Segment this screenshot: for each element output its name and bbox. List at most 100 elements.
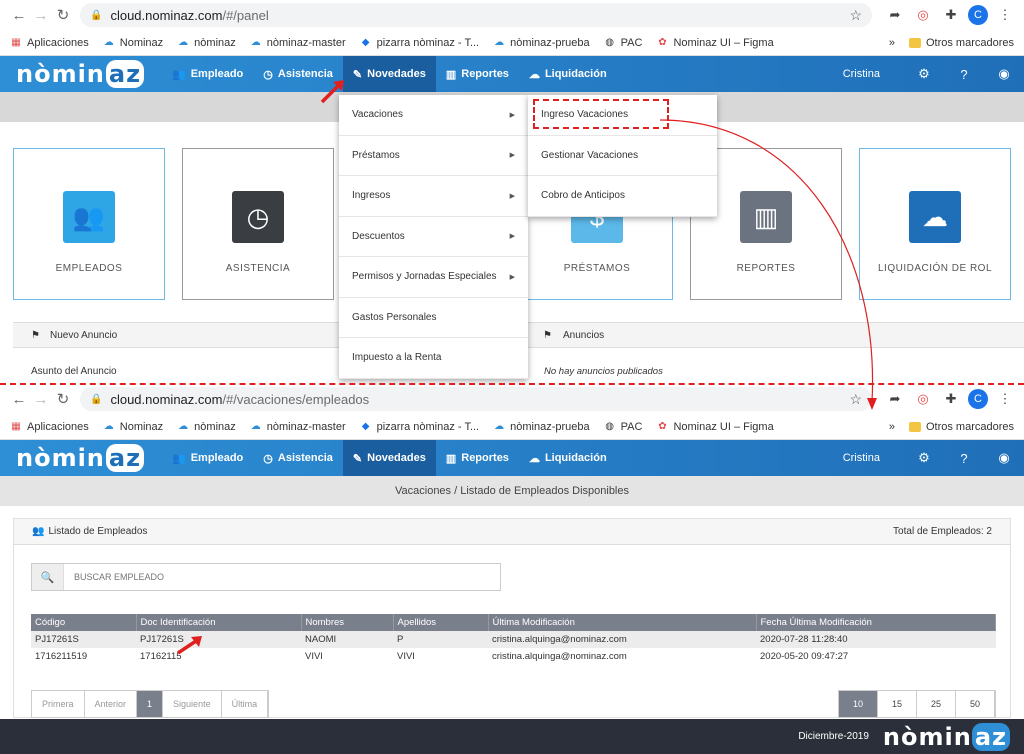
bookmark-item[interactable]: ☁ nòminaz (177, 37, 236, 49)
dropdown-item-ingresos[interactable]: Ingresos ▶ (339, 176, 528, 217)
page-number-button[interactable]: 1 (137, 691, 164, 717)
menu-reportes[interactable]: ▥ Reportes (436, 440, 519, 476)
folder-icon (908, 421, 921, 432)
bookmark-item[interactable]: ▦ Aplicaciones (10, 421, 89, 433)
nominaz-logo[interactable]: nòmin az (16, 444, 162, 472)
table-row[interactable]: 1716211519 17162115 VIVI VIVI cristina.a… (31, 648, 996, 665)
cloud-icon: ☁ (178, 37, 189, 48)
more-bookmarks[interactable]: » (889, 37, 895, 49)
page-next-button[interactable]: Siguiente (163, 691, 222, 717)
column-header[interactable]: Nombres (301, 614, 394, 631)
page-size-button[interactable]: 15 (878, 691, 917, 717)
column-header[interactable]: Apellidos (393, 614, 489, 631)
search-input[interactable] (64, 565, 500, 589)
menu-novedades[interactable]: ✎ Novedades (342, 440, 436, 476)
menu-asistencia[interactable]: ◷ Asistencia (253, 440, 343, 476)
breadcrumb: Vacaciones / Listado de Empleados Dispon… (0, 476, 1024, 506)
share-icon[interactable]: ➦ (884, 4, 906, 26)
page-size-button[interactable]: 50 (956, 691, 995, 717)
page-prev-button[interactable]: Anterior (85, 691, 138, 717)
help-icon[interactable]: ? (944, 451, 984, 466)
cell: VIVI (397, 651, 415, 662)
card-empleados[interactable]: 👥 EMPLEADOS (13, 148, 165, 300)
dropdown-item-descuentos[interactable]: Descuentos ▶ (339, 217, 528, 257)
page-size-button[interactable]: 10 (839, 691, 878, 717)
nominaz-logo[interactable]: nòmin az (16, 60, 162, 88)
bookmark-item[interactable]: ☁ nòminaz-prueba (493, 421, 590, 433)
column-header[interactable]: Fecha Última Modificación (756, 614, 996, 631)
dropdown-item-gastos[interactable]: Gastos Personales (339, 298, 528, 338)
submenu-gestionar-vacaciones[interactable]: Gestionar Vacaciones (528, 136, 717, 176)
bookmark-item[interactable]: ◆ pizarra nòminaz - T... (360, 37, 479, 49)
other-bookmarks[interactable]: » Otros marcadores (889, 37, 1014, 49)
reload-icon[interactable]: ↻ (52, 388, 74, 410)
clock-icon: ◷ (232, 191, 284, 243)
bookmark-item[interactable]: ☁ nòminaz-master (250, 37, 346, 49)
card-liquidacion[interactable]: ☁ LIQUIDACIÓN DE ROL (859, 148, 1011, 300)
share-icon[interactable]: ➦ (884, 388, 906, 410)
bookmark-item[interactable]: ◍ PAC (604, 37, 642, 49)
bookmark-item[interactable]: ☁ nòminaz-prueba (493, 37, 590, 49)
user-circle-icon[interactable]: ◉ (984, 66, 1024, 82)
puzzle-icon[interactable]: ✚ (940, 4, 962, 26)
bookmark-item[interactable]: ☁ nòminaz-master (250, 421, 346, 433)
menu-liquidacion[interactable]: ☁ Liquidación (519, 440, 617, 476)
user-circle-icon[interactable]: ◉ (984, 450, 1024, 466)
search-icon[interactable]: 🔍 (32, 564, 64, 590)
profile-avatar[interactable]: C (968, 5, 988, 25)
column-header[interactable]: Doc Identificación (136, 614, 302, 631)
dropdown-item-permisos[interactable]: Permisos y Jornadas Especiales ▶ (339, 257, 528, 298)
card-asistencia[interactable]: ◷ ASISTENCIA (182, 148, 334, 300)
page-last-button[interactable]: Última (222, 691, 269, 717)
user-name[interactable]: Cristina (843, 68, 880, 80)
menu-liquidacion[interactable]: ☁ Liquidación (519, 56, 617, 92)
menu-novedades[interactable]: ✎ Novedades (342, 56, 436, 92)
submenu-cobro-anticipos[interactable]: Cobro de Anticipos (528, 176, 717, 217)
clock-icon: ◷ (263, 452, 273, 465)
profile-avatar[interactable]: C (968, 389, 988, 409)
users-icon: 👥 (32, 526, 45, 537)
dropdown-item-vacaciones[interactable]: Vacaciones ▶ (339, 95, 528, 136)
address-bar[interactable]: 🔒 cloud.nominaz.com /#/vacaciones/emplea… (80, 387, 872, 411)
extension-icon[interactable]: ◎ (912, 388, 934, 410)
other-bookmarks[interactable]: » Otros marcadores (889, 421, 1014, 433)
reload-icon[interactable]: ↻ (52, 4, 74, 26)
menu-dots-icon[interactable]: ⋮ (994, 388, 1016, 410)
bookmark-item[interactable]: ▦ Aplicaciones (10, 37, 89, 49)
menu-asistencia[interactable]: ◷ Asistencia (253, 56, 343, 92)
address-bar[interactable]: 🔒 cloud.nominaz.com /#/panel ☆ (80, 3, 872, 27)
column-header[interactable]: Código (31, 614, 137, 631)
app-navbar: nòmin az 👥 Empleado ◷ Asistencia ✎ Novedades… (0, 56, 1024, 92)
bookmark-star-icon[interactable]: ☆ (849, 391, 862, 408)
more-bookmarks[interactable]: » (889, 421, 895, 433)
bookmark-item[interactable]: ☁ Nominaz (103, 421, 163, 433)
page-size-button[interactable]: 25 (917, 691, 956, 717)
bookmark-star-icon[interactable]: ☆ (849, 7, 862, 24)
table-row[interactable]: PJ17261S PJ17261S NAOMI P cristina.alqui… (31, 631, 996, 648)
forward-icon[interactable]: → (30, 4, 52, 26)
back-icon[interactable]: ← (8, 388, 30, 410)
column-header[interactable]: Última Modificación (488, 614, 757, 631)
user-name[interactable]: Cristina (843, 452, 880, 464)
puzzle-icon[interactable]: ✚ (940, 388, 962, 410)
extension-icon[interactable]: ◎ (912, 4, 934, 26)
menu-empleado[interactable]: 👥 Empleado (162, 56, 253, 92)
bookmark-item[interactable]: ☁ nòminaz (177, 421, 236, 433)
bookmark-item[interactable]: ✿ Nominaz UI – Figma (656, 421, 773, 433)
settings-icon[interactable]: ⚙ (904, 66, 944, 82)
back-icon[interactable]: ← (8, 4, 30, 26)
bookmark-item[interactable]: ✿ Nominaz UI – Figma (656, 37, 773, 49)
bookmark-item[interactable]: ◍ PAC (604, 421, 642, 433)
bookmark-item[interactable]: ☁ Nominaz (103, 37, 163, 49)
menu-dots-icon[interactable]: ⋮ (994, 4, 1016, 26)
forward-icon[interactable]: → (30, 388, 52, 410)
menu-reportes[interactable]: ▥ Reportes (436, 56, 519, 92)
dropdown-item-impuesto[interactable]: Impuesto a la Renta (339, 338, 528, 379)
settings-icon[interactable]: ⚙ (904, 450, 944, 466)
help-icon[interactable]: ? (944, 67, 984, 82)
dropdown-item-prestamos[interactable]: Préstamos ▶ (339, 136, 528, 176)
menu-empleado[interactable]: 👥 Empleado (162, 440, 253, 476)
page-first-button[interactable]: Primera (32, 691, 85, 717)
users-icon: 👥 (172, 452, 186, 465)
bookmark-item[interactable]: ◆ pizarra nòminaz - T... (360, 421, 479, 433)
